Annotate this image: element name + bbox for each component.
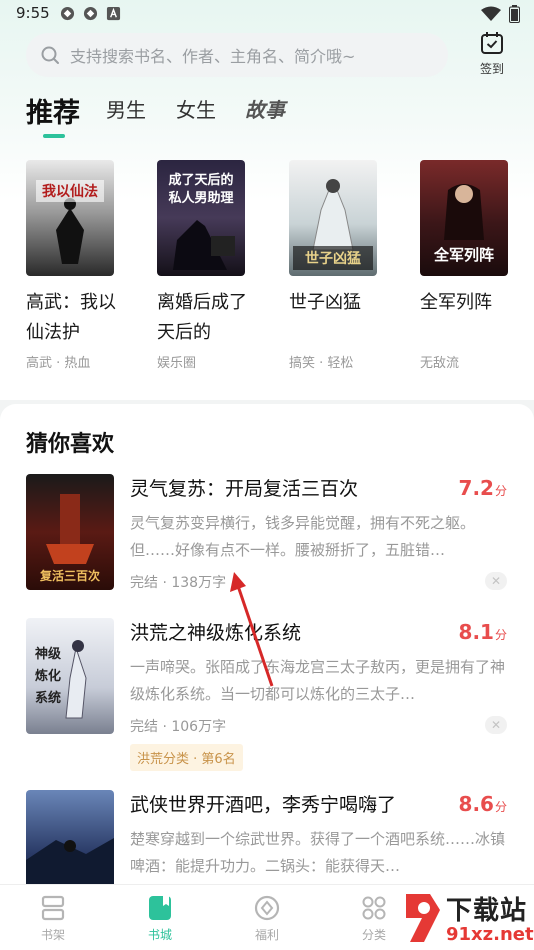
nav-label: 分类	[361, 928, 386, 942]
book-meta: 完结 · 138万字	[130, 575, 227, 591]
category-icon	[362, 896, 386, 920]
svg-text:神级: 神级	[35, 646, 62, 662]
tab-active-indicator	[43, 134, 65, 138]
calendar-check-icon	[481, 32, 503, 54]
close-icon: ✕	[490, 574, 502, 588]
bookshelf-icon	[41, 895, 65, 921]
book-description: 灵气复苏变异横行，钱多异能觉醒，拥有不死之躯。但……好像有点不一样。腰被掰折了，…	[130, 514, 476, 559]
section-title: 猜你喜欢	[26, 432, 115, 457]
welfare-icon	[254, 895, 280, 921]
recommend-tag: 搞笑 · 轻松	[289, 356, 354, 371]
svg-text:成了天后的: 成了天后的	[168, 172, 233, 188]
book-cover: 神级 炼化 系统	[26, 618, 114, 734]
status-time: 9:55	[16, 4, 50, 22]
svg-text:我以仙法: 我以仙法	[42, 183, 98, 200]
search-input[interactable]: 支持搜索书名、作者、主角名、简介哦~	[26, 33, 448, 77]
cover-art: 世子凶猛	[293, 178, 373, 270]
watermark-logo-icon	[406, 894, 440, 942]
annotation-arrow	[230, 572, 274, 687]
recommend-title: 离婚后成了天后的	[157, 292, 247, 343]
svg-text:复活三百次: 复活三百次	[39, 568, 100, 583]
book-title: 武侠世界开酒吧，李秀宁喝嗨了	[130, 794, 397, 816]
close-icon: ✕	[490, 718, 502, 732]
book-score: 7.2分	[458, 476, 507, 500]
watermark-title: 下载站	[446, 896, 528, 926]
dismiss-button[interactable]: ✕	[485, 716, 507, 734]
list-item[interactable]: 武侠世界开酒吧 武侠世界开酒吧，李秀宁喝嗨了 8.6分 楚寒穿越到一个综武世界。…	[0, 790, 534, 906]
search-icon	[41, 46, 59, 64]
tab-story[interactable]: 故事	[245, 94, 285, 123]
recommend-title: 世子凶猛	[289, 292, 361, 313]
recommend-book[interactable]: 成了天后的 私人男助理 离婚后成了天后的 娱乐圈	[157, 160, 257, 371]
app-notification-icon	[83, 6, 98, 21]
watermark-url: 91xz.net	[446, 924, 534, 945]
site-watermark: 下载站 91xz.net	[400, 890, 534, 950]
recommend-books: 我以仙法 高武：我以仙法护 高武 · 热血 成了天后的 私人男助理 离婚后成了天…	[0, 160, 534, 380]
battery-icon	[509, 5, 520, 23]
nav-bookshelf[interactable]: 书架	[23, 893, 83, 943]
cover-art: 全军列阵	[433, 184, 494, 264]
nav-label: 书城	[147, 928, 172, 942]
notification-icons	[60, 6, 121, 21]
recommend-book[interactable]: 全军列阵 全军列阵 无敌流	[420, 160, 520, 371]
book-cover: 复活三百次	[26, 474, 114, 590]
rank-badge[interactable]: 洪荒分类 · 第6名	[130, 744, 243, 771]
tab-female[interactable]: 女生	[176, 94, 216, 123]
a-notification-icon	[106, 6, 121, 21]
search-placeholder: 支持搜索书名、作者、主角名、简介哦~	[70, 47, 356, 66]
signin-button[interactable]: 签到	[468, 30, 516, 77]
system-icons	[481, 5, 520, 23]
svg-text:全军列阵: 全军列阵	[433, 246, 494, 264]
book-score: 8.1分	[458, 620, 507, 644]
tab-male[interactable]: 男生	[106, 94, 146, 123]
nav-welfare[interactable]: 福利	[237, 893, 297, 943]
recommend-title: 全军列阵	[420, 292, 492, 313]
app-notification-icon	[60, 6, 75, 21]
wifi-icon	[481, 6, 501, 21]
svg-text:系统: 系统	[35, 690, 61, 706]
book-score: 8.6分	[458, 792, 507, 816]
book-description: 楚寒穿越到一个综武世界。获得了一个酒吧系统……冰镇啤酒：能提升功力。二锅头：能获…	[130, 830, 506, 875]
svg-text:世子凶猛: 世子凶猛	[305, 250, 361, 267]
dismiss-button[interactable]: ✕	[485, 572, 507, 590]
recommend-title: 高武：我以仙法护	[26, 292, 116, 343]
svg-text:私人男助理: 私人男助理	[168, 190, 233, 206]
cover-art: 我以仙法	[36, 180, 104, 264]
nav-label: 书架	[40, 928, 65, 942]
svg-text:炼化: 炼化	[35, 668, 61, 684]
book-cover: 世子凶猛	[289, 160, 377, 276]
recommend-tag: 无敌流	[420, 356, 460, 371]
bookstore-icon	[149, 896, 171, 920]
recommend-tag: 娱乐圈	[157, 356, 197, 371]
nav-label: 福利	[254, 928, 279, 942]
recommend-book[interactable]: 我以仙法 高武：我以仙法护 高武 · 热血	[26, 160, 126, 371]
book-title: 灵气复苏：开局复活三百次	[130, 478, 359, 500]
cover-art: 神级 炼化 系统	[35, 640, 87, 719]
book-cover: 我以仙法	[26, 160, 114, 276]
recommend-tag: 高武 · 热血	[26, 356, 91, 371]
book-cover: 成了天后的 私人男助理	[157, 160, 245, 276]
nav-category[interactable]: 分类	[344, 893, 404, 943]
book-meta: 完结 · 106万字	[130, 719, 227, 735]
cover-art: 成了天后的 私人男助理	[168, 172, 235, 270]
signin-label: 签到	[479, 62, 504, 76]
status-bar: 9:55	[0, 0, 534, 28]
recommend-book[interactable]: 世子凶猛 世子凶猛 搞笑 · 轻松	[289, 160, 389, 371]
book-description: 一声啼哭。张陌成了东海龙宫三太子敖丙，更是拥有了神级炼化系统。当一切都可以炼化的…	[130, 658, 506, 703]
cover-art: 复活三百次	[39, 494, 100, 583]
book-cover: 全军列阵	[420, 160, 508, 276]
nav-bookstore[interactable]: 书城	[130, 893, 190, 943]
tab-recommend[interactable]: 推荐	[26, 91, 80, 130]
